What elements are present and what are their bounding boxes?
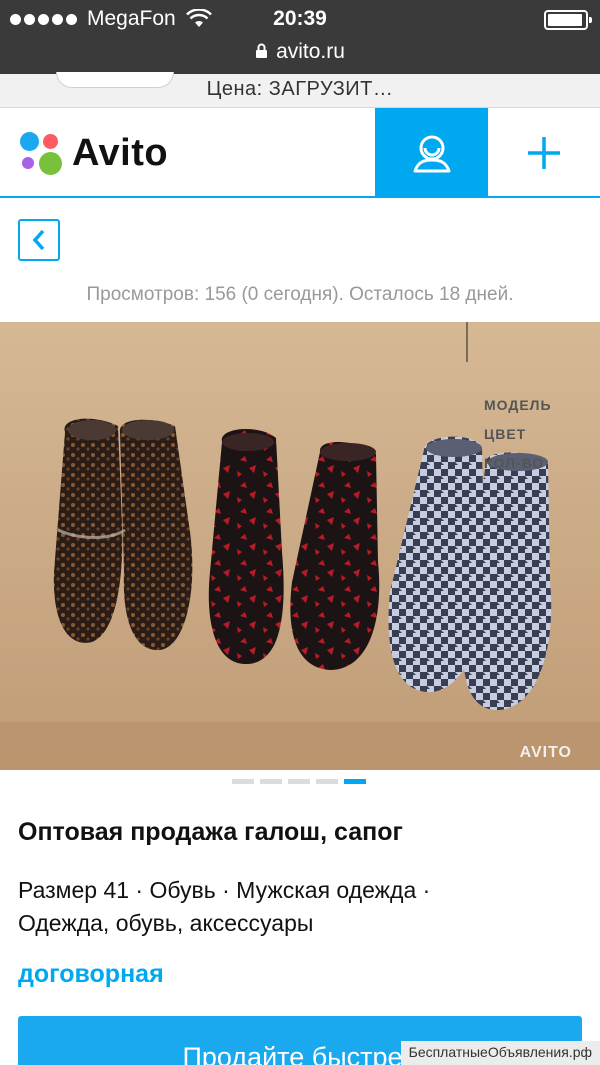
logo-text: Avito	[72, 131, 169, 174]
add-listing-button[interactable]	[488, 108, 600, 198]
lock-icon	[256, 43, 268, 58]
footer-watermark: БесплатныеОбъявления.рф	[400, 1041, 600, 1065]
address-bar[interactable]: avito.ru	[0, 40, 600, 74]
views-counter: Просмотров: 156 (0 сегодня). Осталось 18…	[86, 284, 514, 305]
pager-dot[interactable]	[232, 779, 254, 784]
profile-button[interactable]	[375, 108, 488, 198]
sticky-price-bar: Цена: ЗАГРУЗИТ…	[0, 72, 600, 108]
photo-label-color: ЦВЕТ	[484, 426, 527, 442]
pager-dot-active[interactable]	[344, 779, 366, 784]
status-bar: MegaFon 20:39	[0, 0, 600, 40]
photo-pager	[232, 779, 366, 784]
listing-price: договорная	[18, 960, 164, 988]
listing-categories: Размер 41 · Обувь · Мужская одежда · Оде…	[18, 877, 431, 936]
pager-dot[interactable]	[260, 779, 282, 784]
back-button[interactable]	[18, 219, 60, 261]
pager-dot[interactable]	[316, 779, 338, 784]
photo-label-model: МОДЕЛЬ	[484, 397, 552, 413]
pager-dot[interactable]	[288, 779, 310, 784]
photo-label-qty: КОЛ-ВО	[484, 455, 545, 471]
logo-dots-icon	[18, 130, 64, 176]
plus-icon	[528, 137, 560, 169]
url-text: avito.ru	[276, 40, 345, 63]
sticky-price-text: Цена: ЗАГРУЗИТ…	[206, 78, 394, 100]
listing-title: Оптовая продажа галош, сапог	[18, 818, 403, 846]
status-time: 20:39	[273, 7, 327, 30]
photo-watermark: AVITO	[519, 744, 572, 761]
battery-icon	[544, 10, 592, 30]
avito-logo[interactable]: Avito	[18, 130, 168, 176]
chevron-left-icon	[32, 229, 45, 251]
photo-image	[0, 322, 600, 770]
listing-photo[interactable]: МОДЕЛЬ ЦВЕТ КОЛ-ВО AVITO	[0, 322, 600, 770]
site-header: Avito	[0, 108, 600, 198]
profile-icon	[413, 135, 450, 173]
